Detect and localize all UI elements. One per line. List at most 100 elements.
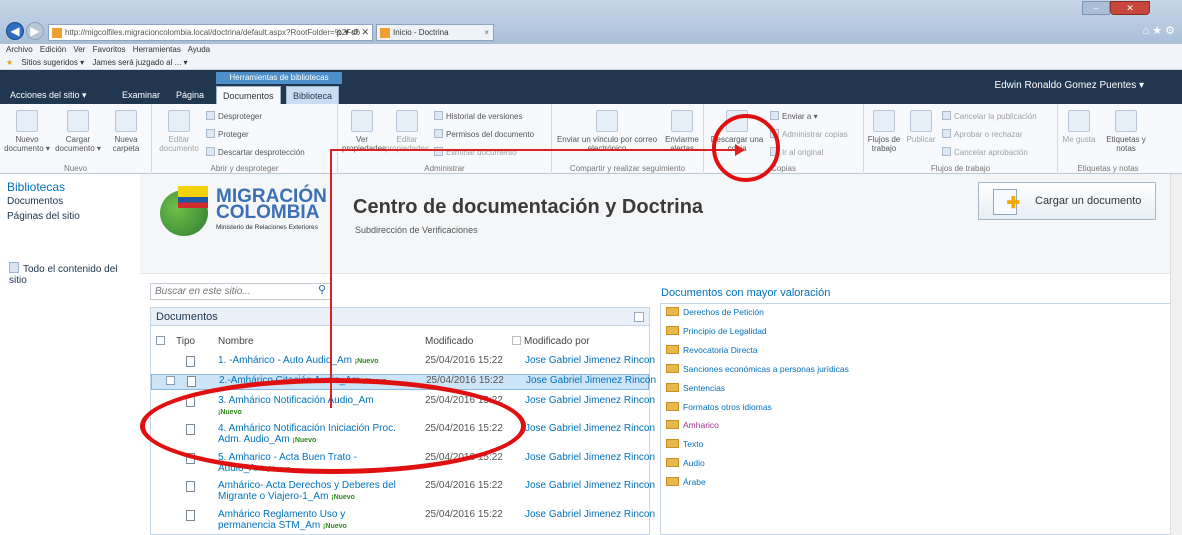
modified-by[interactable]: Jose Gabriel Jimenez Rincon — [526, 375, 656, 386]
folder-item[interactable]: Sanciones económicas a personas jurídica… — [666, 364, 849, 374]
search-icon[interactable]: ⚲ — [313, 283, 331, 300]
annotation-ellipse-download — [712, 114, 780, 182]
edit-document-button[interactable]: Editar documento — [158, 110, 200, 153]
folder-icon — [666, 439, 679, 448]
cancel-publish-button[interactable]: Cancelar la publicación — [942, 111, 1037, 122]
manage-copies-button[interactable]: Administrar copias — [770, 129, 848, 140]
fav-james[interactable]: James será juzgado al ... ▾ — [92, 58, 187, 67]
address-bar[interactable]: http://migcolfiles.migracioncolombia.loc… — [48, 24, 373, 41]
cancel-approval-button[interactable]: Cancelar aprobación — [942, 147, 1028, 158]
edit-properties-button[interactable]: Editar propiedades — [384, 110, 430, 153]
folder-item[interactable]: Audio — [666, 458, 705, 468]
browser-toolbar-icons[interactable]: ⌂★⚙ — [1143, 24, 1178, 37]
table-row[interactable]: Amhárico Reglamento Uso y permanencia ST… — [151, 509, 655, 535]
folder-label: Sanciones económicas a personas jurídica… — [683, 364, 849, 374]
document-name[interactable]: Amhárico- Acta Derechos y Deberes del Mi… — [218, 480, 403, 503]
new-document-button[interactable]: Nuevo documento ▾ — [4, 110, 50, 153]
folder-item[interactable]: Texto — [666, 439, 703, 449]
folder-item[interactable]: Principio de Legalidad — [666, 326, 767, 336]
modified-by[interactable]: Jose Gabriel Jimenez Rincon — [525, 395, 655, 406]
close-tab-icon[interactable]: × — [484, 25, 489, 40]
folder-item[interactable]: Derechos de Petición — [666, 307, 764, 317]
forward-button[interactable]: ▶ — [26, 22, 44, 40]
upload-label: Cargar documento ▾ — [55, 135, 101, 153]
checkin-button[interactable]: Proteger — [206, 129, 249, 140]
site-logo[interactable]: MIGRACIÓN COLOMBIA Ministerio de Relacio… — [160, 186, 345, 242]
select-all-checkbox[interactable] — [156, 336, 165, 348]
folder-item[interactable]: Formatos otros idiomas — [666, 402, 772, 412]
documents-webpart-title[interactable]: Documentos — [151, 308, 649, 326]
top-rated-title[interactable]: Documentos con mayor valoración — [661, 287, 830, 299]
send-to-button[interactable]: Enviar a ▾ — [770, 111, 818, 122]
new-document-icon — [16, 110, 38, 132]
favorites-star-icon[interactable]: ★ — [6, 58, 13, 67]
menu-herramientas[interactable]: Herramientas — [133, 45, 181, 54]
modified-by[interactable]: Jose Gabriel Jimenez Rincon — [525, 509, 655, 520]
document-permissions-button[interactable]: Permisos del documento — [434, 129, 534, 140]
checkout-button[interactable]: Desproteger — [206, 111, 262, 122]
ribbon-group-etiquetas: Me gusta Etiquetas y notas Etiquetas y n… — [1058, 104, 1158, 174]
address-controls[interactable]: ρ ▾ ↺ ✕ — [337, 25, 369, 40]
menu-favoritos[interactable]: Favoritos — [93, 45, 126, 54]
fav-sitios-sugeridos[interactable]: Sitios sugeridos ▾ — [21, 58, 84, 67]
menu-edicion[interactable]: Edición — [40, 45, 66, 54]
version-history-button[interactable]: Historial de versiones — [434, 111, 522, 122]
tab-pagina[interactable]: Página — [170, 86, 210, 104]
nav-item-documentos[interactable]: Documentos — [7, 196, 63, 207]
column-header-tipo[interactable]: Tipo — [176, 336, 195, 347]
upload-document-large-button[interactable]: ✚ Cargar un documento — [978, 182, 1156, 220]
menu-ver[interactable]: Ver — [73, 45, 85, 54]
tab-examinar[interactable]: Examinar — [116, 86, 166, 104]
modified-by[interactable]: Jose Gabriel Jimenez Rincon — [525, 423, 655, 434]
menu-ayuda[interactable]: Ayuda — [188, 45, 211, 54]
webpart-select-checkbox[interactable] — [634, 312, 644, 322]
table-row[interactable]: 1. -Amhárico - Auto Audio_Am Nuevo 25/04… — [151, 355, 655, 373]
page-scrollbar[interactable] — [1170, 174, 1182, 535]
nav-heading-bibliotecas[interactable]: Bibliotecas — [7, 180, 65, 194]
view-properties-button[interactable]: Ver propiedades — [342, 110, 386, 153]
like-button[interactable]: Me gusta — [1062, 110, 1096, 144]
user-menu[interactable]: Edwin Ronaldo Gomez Puentes ▾ — [994, 80, 1144, 91]
permissions-icon — [434, 129, 443, 138]
publish-button[interactable]: Publicar — [904, 110, 938, 144]
like-icon — [1068, 110, 1090, 132]
modified-by[interactable]: Jose Gabriel Jimenez Rincon — [525, 480, 655, 491]
table-row[interactable]: Amhárico- Acta Derechos y Deberes del Mi… — [151, 480, 655, 508]
folder-item[interactable]: Árabe — [666, 477, 706, 487]
workflows-button[interactable]: Flujos de trabajo — [866, 110, 902, 153]
approve-reject-button[interactable]: Aprobar o rechazar — [942, 129, 1022, 140]
column-header-modificado[interactable]: Modificado — [425, 336, 473, 347]
browser-tab[interactable]: Inicio - Doctrina × — [376, 24, 494, 41]
modified-by[interactable]: Jose Gabriel Jimenez Rincon — [525, 355, 655, 366]
nav-item-paginas[interactable]: Páginas del sitio — [7, 211, 80, 222]
folder-item[interactable]: Revocatoria Directa — [666, 345, 758, 355]
tab-documentos[interactable]: Documentos — [216, 86, 281, 104]
upload-document-button[interactable]: Cargar documento ▾ — [54, 110, 102, 153]
column-header-nombre[interactable]: Nombre — [218, 336, 254, 347]
publish-icon — [910, 110, 932, 132]
nav-all-content[interactable]: Todo el contenido del sitio — [9, 262, 135, 286]
back-button[interactable]: ◀ — [6, 22, 24, 40]
new-folder-button[interactable]: Nueva carpeta — [104, 110, 148, 153]
minimize-button[interactable]: – — [1082, 1, 1110, 15]
alert-me-button[interactable]: Enviarme alertas — [662, 110, 702, 153]
manage-copies-label: Administrar copias — [782, 130, 848, 139]
modified-by[interactable]: Jose Gabriel Jimenez Rincon — [525, 452, 655, 463]
tab-acciones-del-sitio[interactable]: Acciones del sitio ▾ — [4, 86, 93, 104]
close-window-button[interactable]: ✕ — [1110, 1, 1150, 15]
email-link-button[interactable]: Enviar un vínculo por correo electrónico — [554, 110, 660, 153]
folder-item-visited[interactable]: Amharico — [666, 420, 719, 430]
document-name[interactable]: 1. -Amhárico - Auto Audio_Am Nuevo — [218, 355, 403, 367]
row-checkbox[interactable] — [166, 376, 175, 385]
document-name[interactable]: Amhárico Reglamento Uso y permanencia ST… — [218, 509, 403, 532]
tags-notes-button[interactable]: Etiquetas y notas — [1100, 110, 1152, 153]
edit-document-label: Editar documento — [159, 135, 199, 153]
cancel-publish-label: Cancelar la publicación — [954, 112, 1037, 121]
folder-item[interactable]: Sentencias — [666, 383, 725, 393]
permissions-label: Permisos del documento — [446, 130, 535, 139]
menu-archivo[interactable]: Archivo — [6, 45, 33, 54]
tab-biblioteca[interactable]: Biblioteca — [286, 86, 340, 104]
site-search-input[interactable] — [150, 283, 332, 300]
discard-checkout-button[interactable]: Descartar desprotección — [206, 147, 305, 158]
column-header-modificado-por[interactable]: Modificado por — [512, 336, 590, 347]
